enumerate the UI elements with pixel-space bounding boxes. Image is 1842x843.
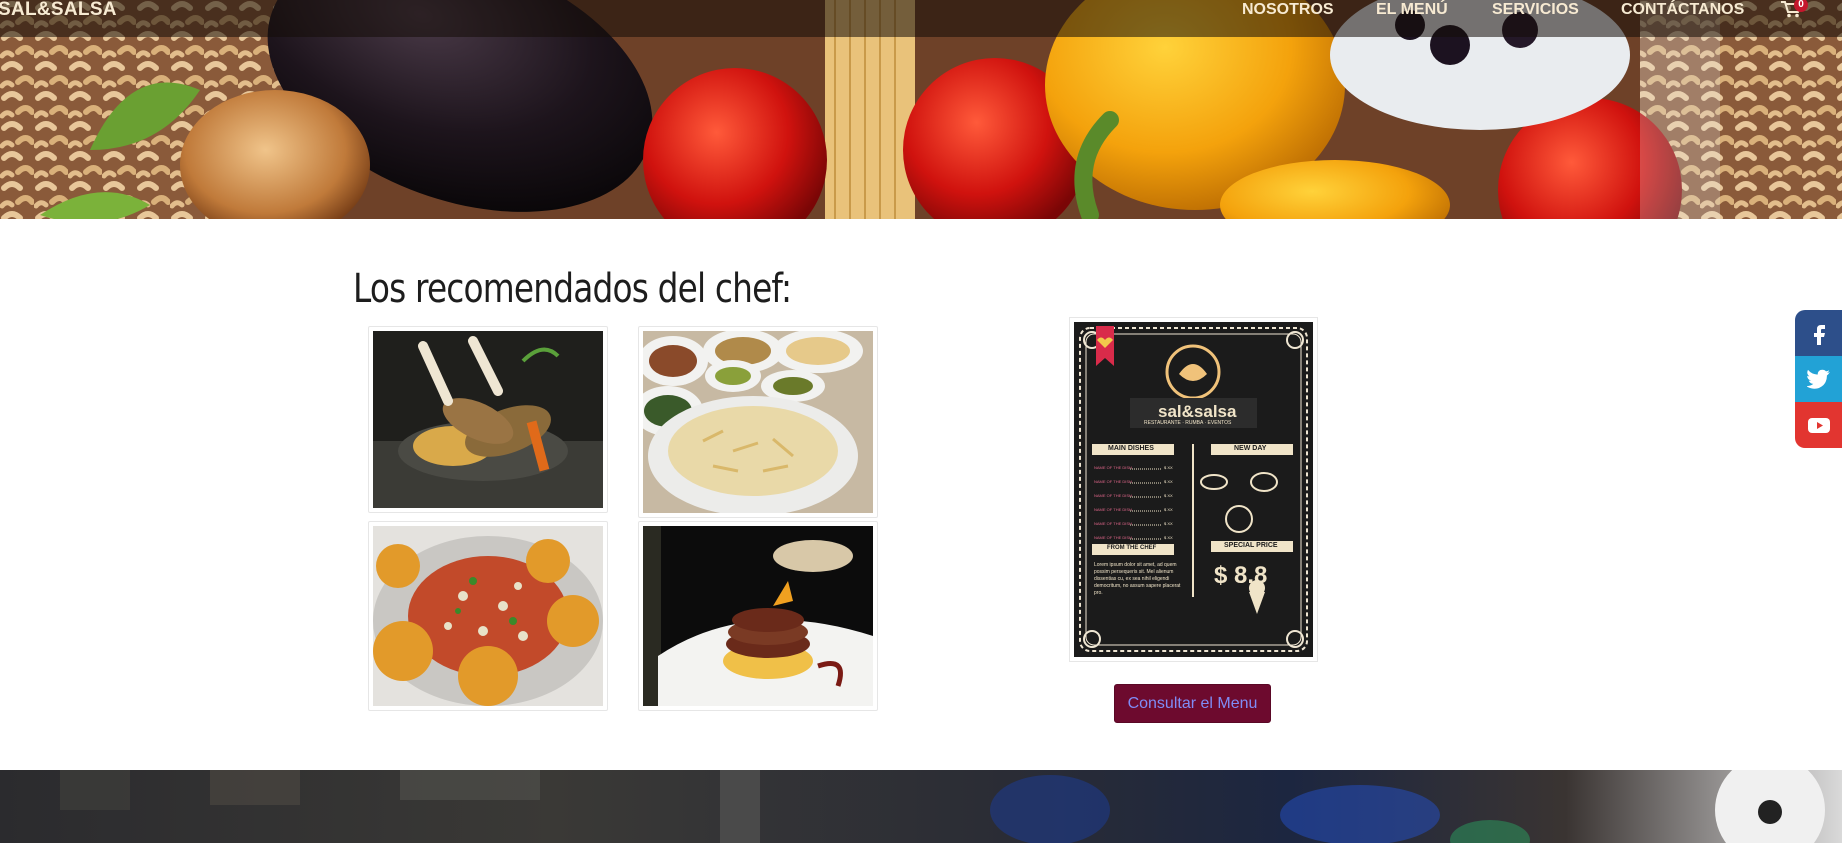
baked-pasta-spread-image [643, 331, 873, 513]
dish-thumbnail-2[interactable] [638, 326, 878, 518]
nav-link-nosotros[interactable]: NOSOTROS [1242, 0, 1334, 20]
twitter-icon [1807, 369, 1830, 389]
dish-thumbnail-4[interactable] [638, 521, 878, 711]
facebook-button[interactable] [1795, 310, 1842, 356]
menu-card-image[interactable]: sal&salsa RESTAURANTE · RUMBA · EVENTOS … [1069, 317, 1318, 662]
consult-menu-button[interactable]: Consultar el Menu [1114, 684, 1271, 723]
menu-row-price-3: $ XX [1164, 493, 1173, 498]
menu-tagline: RESTAURANTE · RUMBA · EVENTOS [1144, 420, 1232, 426]
next-section-background [0, 770, 1842, 843]
menu-description: Lorem ipsum dolor sit amet, ad quem poss… [1094, 562, 1181, 596]
grilled-octopus-image [643, 526, 873, 706]
menu-price: $ 8.8 [1214, 562, 1268, 589]
section-title: Los recomendados del chef: [353, 266, 792, 312]
menu-row-3: NAME OF THE DISH [1094, 493, 1132, 498]
dining-room-background-image [60, 770, 1825, 843]
menu-row-5: NAME OF THE DISH [1094, 521, 1132, 526]
twitter-button[interactable] [1795, 356, 1842, 402]
menu-row-2: NAME OF THE DISH [1094, 479, 1132, 484]
menu-row-4: NAME OF THE DISH [1094, 507, 1132, 512]
menu-row-price-6: $ XX [1164, 535, 1173, 540]
chalkboard-menu: sal&salsa RESTAURANTE · RUMBA · EVENTOS … [1074, 322, 1313, 657]
menu-row-price-4: $ XX [1164, 507, 1173, 512]
facebook-icon [1814, 325, 1825, 345]
page: SAL&SALSA NOSOTROS EL MENÚ SERVICIOS CON… [0, 0, 1842, 843]
menu-new-day-label: NEW DAY [1234, 445, 1267, 452]
menu-from-the-chef-label: FROM THE CHEF [1107, 545, 1157, 551]
nav-link-el-menu[interactable]: EL MENÚ [1376, 0, 1448, 20]
top-navbar: SAL&SALSA NOSOTROS EL MENÚ SERVICIOS CON… [0, 0, 1842, 37]
brand-logo[interactable]: SAL&SALSA [0, 0, 117, 20]
menu-logo-text: sal&salsa [1158, 402, 1237, 421]
youtube-button[interactable] [1795, 402, 1842, 448]
youtube-icon [1808, 418, 1830, 433]
menu-row-6: NAME OF THE DISH [1094, 535, 1132, 540]
menu-main-dishes-label: MAIN DISHES [1108, 445, 1154, 452]
menu-border-ornament [1079, 326, 1308, 652]
dish-thumbnail-3[interactable] [368, 521, 608, 711]
cart-count-badge: 0 [1794, 0, 1808, 12]
dish-thumbnail-1[interactable] [368, 326, 608, 513]
menu-row-price-2: $ XX [1164, 479, 1173, 484]
grilled-lamb-shanks-image [373, 331, 603, 508]
nav-link-contactanos[interactable]: CONTÁCTANOS [1621, 0, 1744, 20]
nav-link-servicios[interactable]: SERVICIOS [1492, 0, 1579, 20]
menu-row-1: NAME OF THE DISH [1094, 465, 1132, 470]
croquettes-salad-image [373, 526, 603, 706]
menu-row-price-1: $ XX [1164, 465, 1173, 470]
menu-row-price-5: $ XX [1164, 521, 1173, 526]
menu-special-price-label: SPECIAL PRICE [1224, 542, 1278, 549]
